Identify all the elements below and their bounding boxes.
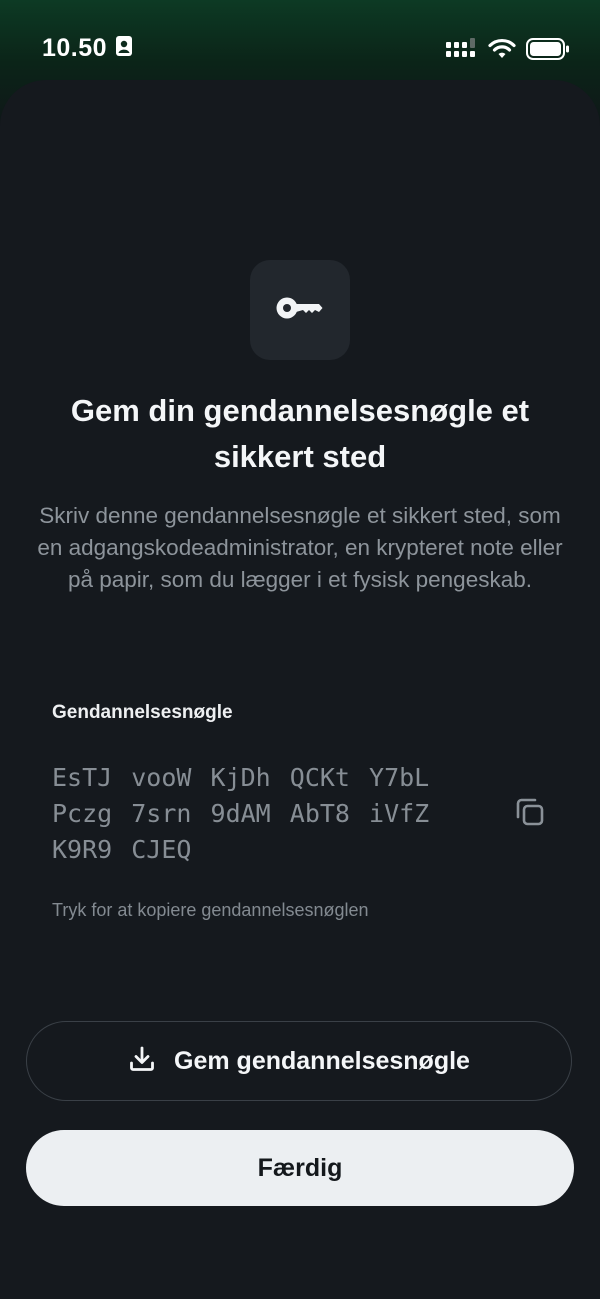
key-tile	[250, 260, 350, 360]
save-recovery-key-button[interactable]: Gem gendannelsesnøgle	[26, 1021, 572, 1101]
copy-hint: Tryk for at kopiere gendannelsesnøglen	[52, 900, 369, 920]
contact-card-icon	[115, 35, 133, 62]
key-icon	[275, 293, 325, 328]
battery-icon	[526, 38, 570, 65]
done-button[interactable]: Færdig	[26, 1130, 574, 1206]
status-left: 10.50	[42, 34, 133, 63]
status-right	[446, 34, 570, 65]
done-button-label: Færdig	[257, 1153, 343, 1182]
dialog-description: Skriv denne gendannelsesnøgle et sikkert…	[37, 503, 563, 592]
status-time: 10.50	[42, 34, 108, 62]
cellular-signal-icon	[446, 38, 478, 65]
wifi-icon	[488, 38, 516, 65]
recovery-key-label: Gendannelsesnøgle	[52, 702, 233, 723]
recovery-key-text[interactable]: EsTJ vooW KjDh QCKt Y7bL Pczg 7srn 9dAM …	[52, 760, 482, 868]
download-icon	[128, 1045, 156, 1078]
copy-key-button[interactable]	[508, 792, 552, 836]
save-button-label: Gem gendannelsesnøgle	[174, 1046, 470, 1075]
dialog-title: Gem din gendannelsesnøgle et sikkert ste…	[70, 393, 530, 474]
copy-icon	[514, 796, 546, 833]
